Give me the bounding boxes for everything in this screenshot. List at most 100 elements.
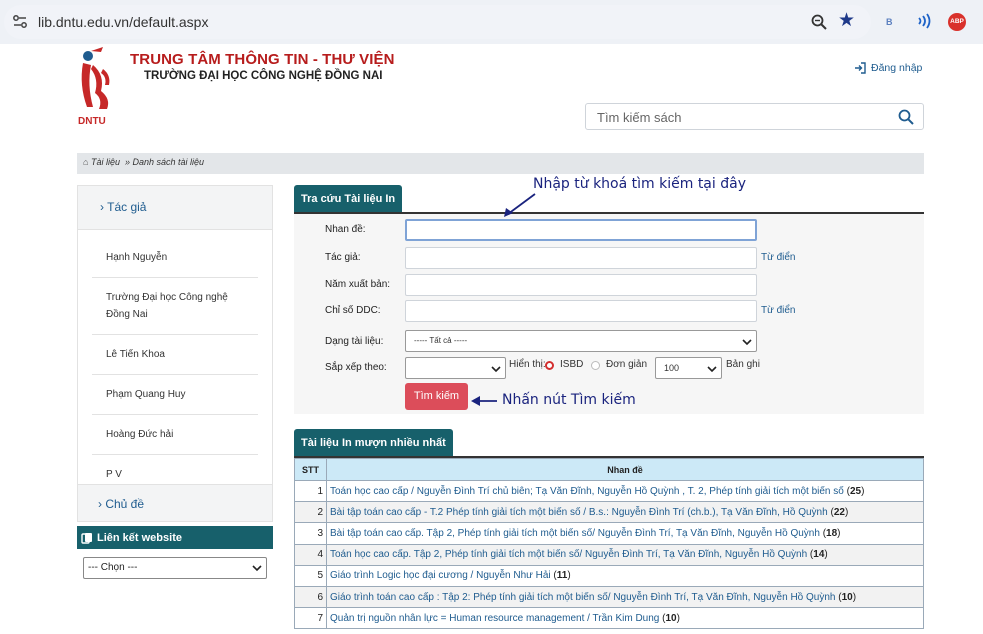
extension-b-icon[interactable]: B bbox=[886, 17, 893, 27]
table-row: 6 Giáo trình toán cao cấp : Tập 2: Phép … bbox=[294, 585, 924, 609]
links-header-label: Liên kết website bbox=[97, 531, 182, 544]
site-settings-icon[interactable] bbox=[12, 14, 28, 30]
address-bar[interactable]: lib.dntu.edu.vn/default.aspx ★ bbox=[4, 5, 871, 39]
year-input[interactable] bbox=[405, 274, 757, 296]
ddc-label: Chỉ số DDC: bbox=[325, 305, 381, 316]
tab-search-print[interactable]: Tra cứu Tài liệu In bbox=[294, 185, 403, 213]
breadcrumb-current: Danh sách tài liệu bbox=[132, 157, 205, 167]
borrow-count: (22) bbox=[830, 506, 849, 518]
book-title-link[interactable]: Toán học cao cấp. Tập 2, Phép tính giải … bbox=[330, 549, 807, 560]
breadcrumb: ⌂ Tài liệu » Danh sách tài liệu bbox=[77, 153, 924, 174]
borrow-count: (25) bbox=[846, 485, 865, 497]
links-select-value: --- Chọn --- bbox=[88, 562, 138, 573]
simple-radio[interactable] bbox=[591, 361, 600, 370]
author-item[interactable]: Hoàng Đức hải bbox=[92, 415, 258, 455]
zoom-icon[interactable] bbox=[810, 13, 828, 31]
table-row: 2 Bài tập toán cao cấp - T.2 Phép tính g… bbox=[294, 501, 924, 524]
author-item[interactable]: Phạm Quang Huy bbox=[92, 375, 258, 415]
author-list: Hạnh Nguyễn Trường Đại học Công nghệ Đồn… bbox=[78, 230, 272, 494]
ddc-input[interactable] bbox=[405, 300, 757, 322]
sort-select[interactable] bbox=[405, 357, 506, 379]
table-row: 3 Bài tập toán cao cấp. Tập 2, Phép tính… bbox=[294, 522, 924, 545]
chevron-down-icon bbox=[252, 565, 262, 572]
row-stt: 7 bbox=[294, 607, 327, 630]
row-stt: 1 bbox=[294, 479, 327, 503]
author-dictionary-link[interactable]: Từ điển bbox=[761, 252, 796, 263]
title-input[interactable] bbox=[405, 219, 757, 241]
book-title-link[interactable]: Bài tập toán cao cấp - T.2 Phép tính giả… bbox=[330, 507, 828, 518]
chevron-down-icon bbox=[707, 366, 717, 373]
search-icon[interactable] bbox=[898, 109, 914, 125]
author-item[interactable]: Trường Đại học Công nghệ Đồng Nai bbox=[92, 278, 258, 335]
book-title-link[interactable]: Bài tập toán cao cấp. Tập 2, Phép tính g… bbox=[330, 528, 820, 539]
site-title[interactable]: TRUNG TÂM THÔNG TIN - THƯ VIỆN bbox=[130, 51, 395, 68]
row-stt: 3 bbox=[294, 522, 327, 545]
year-label: Năm xuất bản: bbox=[325, 279, 391, 290]
dntu-logo[interactable]: DNTU bbox=[77, 45, 117, 127]
adblock-icon[interactable]: ABP bbox=[948, 13, 966, 31]
table-row: 4 Toán học cao cấp. Tập 2, Phép tính giả… bbox=[294, 543, 924, 566]
button-hint-arrow-icon bbox=[471, 396, 497, 406]
title-label: Nhan đề: bbox=[325, 224, 366, 235]
borrow-count: (18) bbox=[822, 527, 841, 539]
per-page-select[interactable]: 100 bbox=[655, 357, 722, 379]
table-row: 1 Toán học cao cấp / Nguyễn Đình Trí chủ… bbox=[294, 479, 924, 503]
url-text[interactable]: lib.dntu.edu.vn/default.aspx bbox=[38, 14, 208, 30]
sort-label: Sắp xếp theo: bbox=[325, 362, 387, 373]
per-page-unit: Bản ghi bbox=[726, 359, 760, 370]
most-borrowed-table: STT Nhan đề 1 Toán học cao cấp / Nguyễn … bbox=[294, 458, 924, 630]
isbd-radio[interactable] bbox=[545, 361, 554, 370]
ddc-dictionary-link[interactable]: Từ điển bbox=[761, 305, 796, 316]
tab-most-borrowed[interactable]: Tài liệu In mượn nhiều nhất bbox=[294, 429, 453, 457]
sidebar-author-header[interactable]: › Tác giả bbox=[78, 186, 272, 230]
borrow-count: (14) bbox=[809, 549, 828, 561]
search-placeholder: Tìm kiếm sách bbox=[597, 110, 682, 125]
sidebar-panel: › Tác giả Hạnh Nguyễn Trường Đại học Côn… bbox=[77, 185, 273, 522]
table-row: 5 Giáo trình Logic học đại cương / Nguyễ… bbox=[294, 564, 924, 587]
author-item[interactable]: Hạnh Nguyễn bbox=[92, 238, 258, 278]
simple-label: Đơn giản bbox=[606, 359, 648, 370]
breadcrumb-separator: » bbox=[124, 157, 130, 167]
links-select[interactable]: --- Chọn --- bbox=[83, 557, 267, 579]
book-title-link[interactable]: Quản trị nguồn nhân lực = Human resource… bbox=[330, 613, 659, 624]
book-title-link[interactable]: Giáo trình Logic học đại cương / Nguyễn … bbox=[330, 570, 551, 581]
sidebar-subject-header[interactable]: › Chủ đề bbox=[78, 484, 272, 521]
table-header-row: STT Nhan đề bbox=[294, 458, 924, 481]
book-title-link[interactable]: Giáo trình toán cao cấp : Tập 2: Phép tí… bbox=[330, 592, 835, 603]
bookmark-star-icon[interactable]: ★ bbox=[838, 11, 855, 31]
site-subtitle: TRƯỜNG ĐẠI HỌC CÔNG NGHỆ ĐỒNG NAI bbox=[144, 70, 383, 82]
button-hint-annotation: Nhấn nút Tìm kiếm bbox=[502, 392, 636, 408]
sign-in-icon bbox=[855, 62, 866, 74]
doc-type-select[interactable]: ----- Tất cả ----- bbox=[405, 330, 757, 352]
table-row: 7 Quản trị nguồn nhân lực = Human resour… bbox=[294, 607, 924, 630]
login-link[interactable]: Đăng nhập bbox=[854, 62, 922, 74]
row-stt: 6 bbox=[294, 585, 327, 609]
author-input[interactable] bbox=[405, 247, 757, 269]
keyword-hint-annotation: Nhập từ khoá tìm kiếm tại đây bbox=[533, 176, 746, 192]
link-icon bbox=[81, 532, 92, 544]
borrow-count: (10) bbox=[838, 591, 857, 603]
isbd-label: ISBD bbox=[560, 359, 584, 370]
col-stt: STT bbox=[294, 458, 327, 481]
home-icon[interactable]: ⌂ bbox=[83, 157, 88, 167]
breadcrumb-home[interactable]: Tài liệu bbox=[91, 157, 120, 167]
book-title-link[interactable]: Toán học cao cấp / Nguyễn Đình Trí chủ b… bbox=[330, 486, 844, 497]
browser-toolbar: lib.dntu.edu.vn/default.aspx ★ B ABP bbox=[0, 0, 983, 44]
per-page-value: 100 bbox=[664, 363, 680, 373]
logo-text: DNTU bbox=[78, 116, 106, 127]
login-label: Đăng nhập bbox=[871, 62, 923, 74]
row-stt: 2 bbox=[294, 501, 327, 524]
author-item[interactable]: Lê Tiến Khoa bbox=[92, 335, 258, 375]
borrow-count: (10) bbox=[662, 612, 680, 624]
row-stt: 5 bbox=[294, 564, 327, 587]
audio-extension-icon[interactable] bbox=[916, 13, 932, 29]
book-search-input[interactable]: Tìm kiếm sách bbox=[585, 103, 924, 130]
display-label: Hiển thị: bbox=[509, 359, 546, 370]
links-header: Liên kết website bbox=[77, 526, 273, 549]
row-stt: 4 bbox=[294, 543, 327, 566]
search-button[interactable]: Tìm kiếm bbox=[405, 383, 468, 410]
col-title: Nhan đề bbox=[326, 458, 924, 481]
doc-type-label: Dạng tài liệu: bbox=[325, 336, 384, 347]
chevron-down-icon bbox=[742, 339, 752, 346]
doc-type-value: ----- Tất cả ----- bbox=[414, 336, 468, 345]
